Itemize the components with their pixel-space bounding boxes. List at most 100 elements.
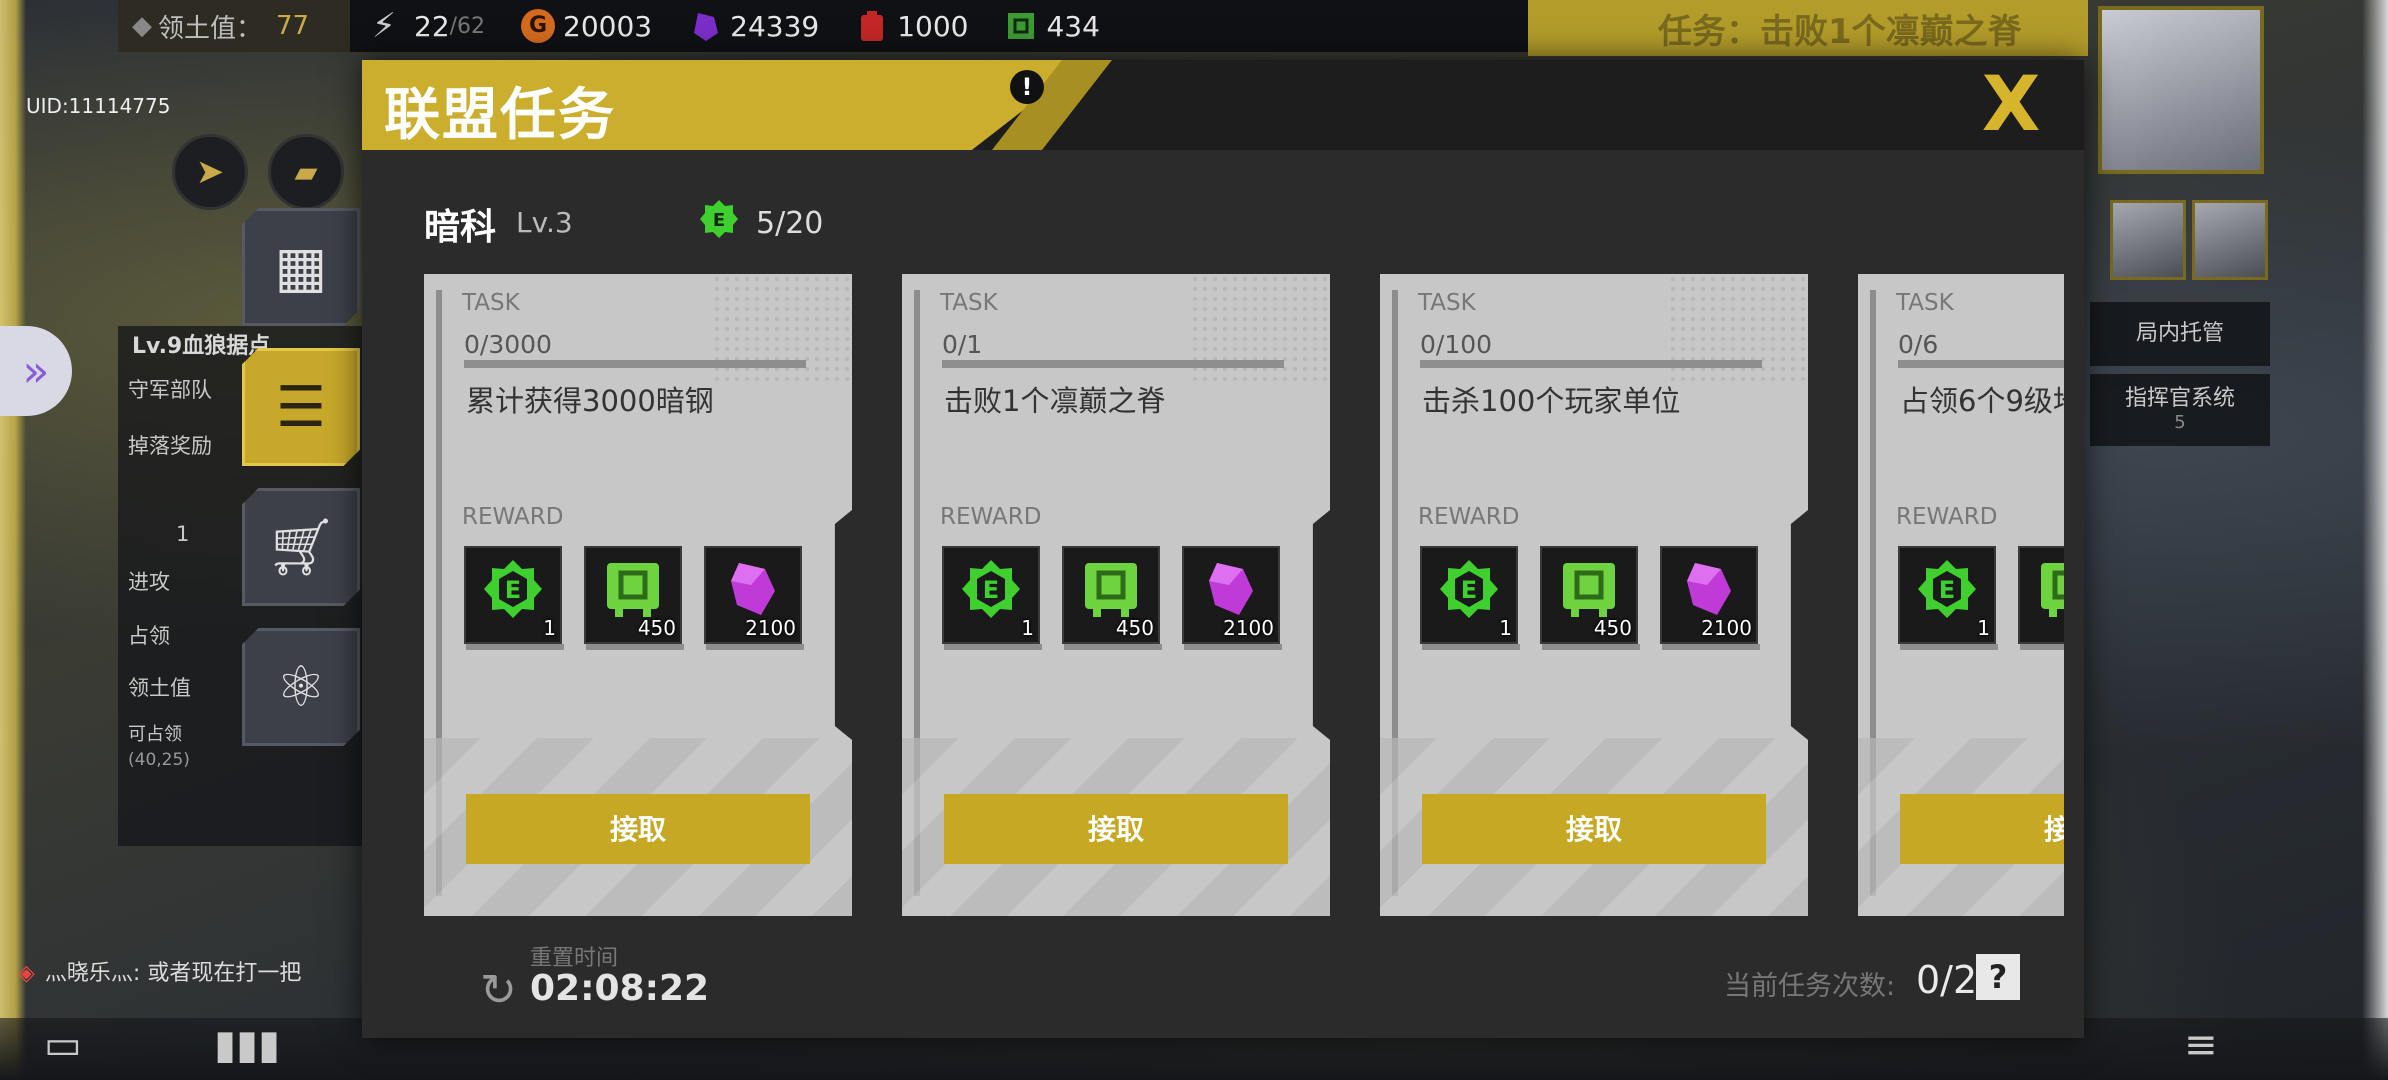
gold-coin-icon: G <box>521 9 556 43</box>
reward-list: E 1 450 2100 <box>1420 546 1760 650</box>
accept-task-button[interactable]: 接取 <box>1422 794 1766 864</box>
info-row-count: 1 <box>176 522 190 546</box>
voice-icon[interactable]: ▮▮▮ <box>214 1022 280 1068</box>
chip-resource[interactable]: 434 <box>1004 0 1100 52</box>
task-card: TASK 0/1 击败1个凛巅之脊 REWARD E 1 450 2100 接取 <box>902 274 1330 916</box>
task-description: 击败1个凛巅之脊 <box>944 384 1166 418</box>
energy-value: 22 <box>414 9 450 43</box>
fuel-resource[interactable]: 1000 <box>855 0 968 52</box>
task-progress-bar <box>1898 360 2064 368</box>
task-banner[interactable]: 任务：击败1个凛巅之脊 <box>1528 0 2088 56</box>
commander-portrait[interactable] <box>2098 6 2264 174</box>
reward-label: REWARD <box>1896 504 1998 530</box>
map-button[interactable]: ▰ <box>268 134 344 210</box>
reward-amount: 2100 <box>745 616 796 640</box>
task-description: 占领6个9级地块 <box>1900 384 2064 418</box>
faction-token-icon: E <box>1915 557 1979 625</box>
territory-label: 领土值： <box>158 13 263 44</box>
reward-item[interactable]: 450 <box>1540 546 1640 650</box>
task-progress-bar <box>464 360 806 368</box>
faction-token-count: 5/20 <box>756 206 824 241</box>
task-card: TASK 0/6 占领6个9级地块 REWARD E 1 6 接取 <box>1858 274 2064 916</box>
reward-amount: 450 <box>637 616 676 640</box>
task-progress-text: 0/100 <box>1420 330 1493 359</box>
faction-token-icon: E <box>700 200 738 238</box>
dialog-title: 联盟任务 <box>384 83 616 148</box>
faction-token-icon: E <box>481 557 545 625</box>
reward-item[interactable]: E 1 <box>942 546 1042 650</box>
reward-label: REWARD <box>940 504 1042 530</box>
territory-value-box: ◆ 领土值： 77 <box>118 0 350 52</box>
task-label: TASK <box>462 290 520 316</box>
energy-resource[interactable]: ⚡ 22/62 <box>372 0 485 52</box>
task-card-list[interactable]: TASK 0/3000 累计获得3000暗钢 REWARD E 1 450 21… <box>424 274 2064 974</box>
reward-item[interactable]: 2100 <box>1182 546 1282 650</box>
reward-item[interactable]: 2100 <box>1660 546 1760 650</box>
reward-item[interactable]: E 1 <box>464 546 564 650</box>
svg-text:E: E <box>505 576 521 604</box>
gold-value: 20003 <box>563 9 653 43</box>
task-count-label: 当前任务次数: <box>1724 971 1896 1002</box>
hero-portrait-2[interactable] <box>2192 200 2268 280</box>
fuel-can-icon <box>861 11 884 41</box>
reward-item[interactable]: 2100 <box>704 546 804 650</box>
chat-text: 灬晓乐灬: 或者现在打一把 <box>44 961 302 986</box>
reset-time-value: 02:08:22 <box>530 968 710 1009</box>
reward-item[interactable]: 6 <box>2018 546 2064 650</box>
alliance-building-button[interactable]: ▦ <box>242 208 360 326</box>
territory-value: 77 <box>276 11 310 41</box>
map-icon: ▰ <box>294 154 318 190</box>
reward-item[interactable]: 450 <box>1062 546 1162 650</box>
reward-label: REWARD <box>462 504 564 530</box>
reward-amount: 1 <box>1977 616 1990 640</box>
cart-icon: 🛒︎ <box>265 515 337 580</box>
commander-system-count: 5 <box>2174 412 2186 433</box>
task-label: TASK <box>1896 290 1954 316</box>
reward-amount: 450 <box>1593 616 1632 640</box>
reward-item[interactable]: 450 <box>584 546 684 650</box>
chat-preview[interactable]: ◈ 灬晓乐灬: 或者现在打一把 <box>18 955 301 987</box>
accept-task-button[interactable]: 接取 <box>1900 794 2064 864</box>
reward-list: E 1 6 <box>1898 546 2064 650</box>
lightning-icon: ⚡ <box>372 6 396 46</box>
info-row-territory: 领土值 <box>128 676 191 700</box>
hero-portrait-1[interactable] <box>2110 200 2186 280</box>
auto-manage-button[interactable]: 局内托管 <box>2090 302 2270 366</box>
menu-icon[interactable]: ≡ <box>2184 1022 2218 1068</box>
fuel-value: 1000 <box>897 9 969 43</box>
faction-name: 暗科 <box>424 207 497 248</box>
exclamation-icon[interactable]: ! <box>1010 70 1044 104</box>
accept-task-button[interactable]: 接取 <box>944 794 1288 864</box>
task-label: TASK <box>940 290 998 316</box>
alliance-shop-button[interactable]: 🛒︎ <box>242 488 360 606</box>
task-description: 击杀100个玩家单位 <box>1422 384 1681 418</box>
info-row-garrison: 守军部队 <box>128 378 212 402</box>
svg-text:E: E <box>1939 576 1955 604</box>
help-button[interactable]: ? <box>1976 954 2020 1000</box>
reward-item[interactable]: E 1 <box>1898 546 1998 650</box>
commander-system-button[interactable]: 指挥官系统 5 <box>2090 374 2270 446</box>
crystal-icon <box>694 13 719 41</box>
crystal-resource[interactable]: 24339 <box>688 0 819 52</box>
close-button[interactable]: X <box>1974 66 2048 142</box>
alliance-task-button[interactable]: ☰ <box>242 348 360 466</box>
task-count-value: 0/2 <box>1916 958 1978 1002</box>
user-id: UID:11114775 <box>26 94 171 118</box>
svg-text:E: E <box>713 210 725 231</box>
task-card: TASK 0/100 击杀100个玩家单位 REWARD E 1 450 210… <box>1380 274 1808 916</box>
reward-list: E 1 450 2100 <box>464 546 804 650</box>
task-card: TASK 0/3000 累计获得3000暗钢 REWARD E 1 450 21… <box>424 274 852 916</box>
double-chevron-icon: » <box>22 345 50 397</box>
gold-resource[interactable]: G 20003 <box>521 0 652 52</box>
chat-bubble-icon[interactable]: ▭ <box>44 1022 82 1068</box>
chip-value: 434 <box>1046 9 1100 43</box>
info-row-drops: 掉落奖励 <box>128 434 212 458</box>
reward-amount: 450 <box>1115 616 1154 640</box>
faction-token-icon: E <box>959 557 1023 625</box>
accept-task-button[interactable]: 接取 <box>466 794 810 864</box>
compass-button[interactable]: ➤ <box>172 134 248 210</box>
alliance-tech-button[interactable]: ⚛ <box>242 628 360 746</box>
task-progress-text: 0/6 <box>1898 330 1939 359</box>
chip-icon <box>2035 557 2064 625</box>
reward-item[interactable]: E 1 <box>1420 546 1520 650</box>
